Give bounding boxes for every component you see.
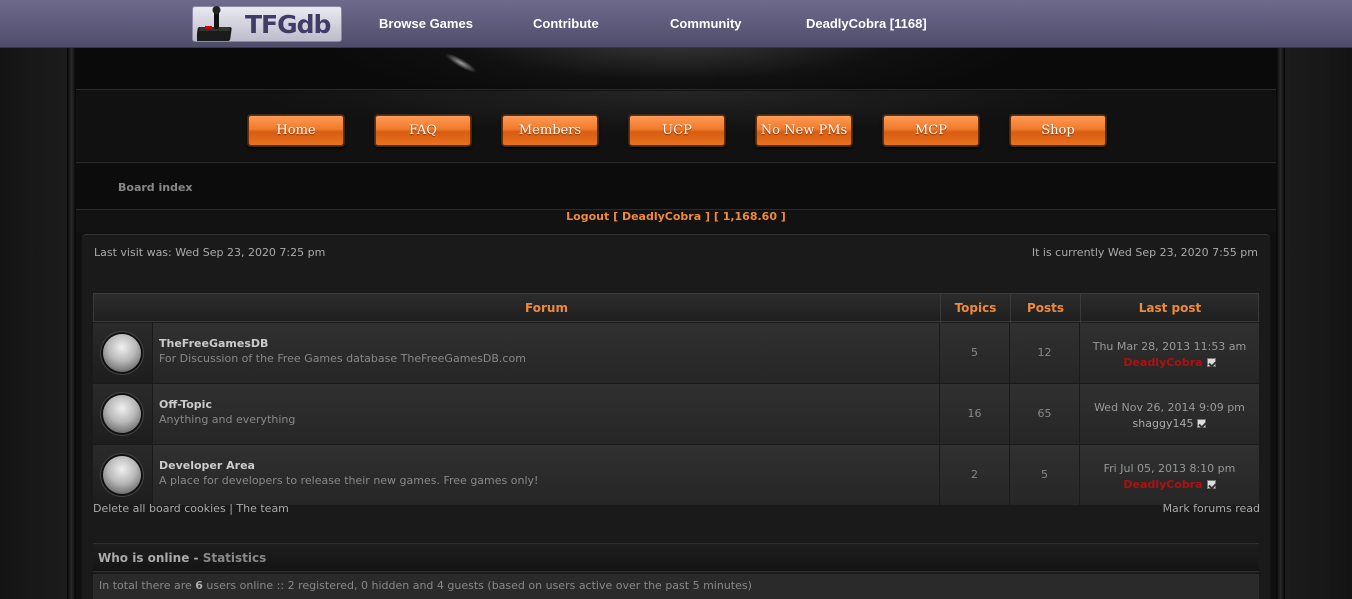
forum-cell: Off-Topic Anything and everything [152, 384, 939, 444]
user-points[interactable]: 1,168.60 [723, 210, 777, 223]
topics-count: 16 [939, 384, 1009, 444]
forum-cell: TheFreeGamesDB For Discussion of the Fre… [152, 323, 939, 383]
header-last-post: Last post [1080, 294, 1259, 323]
table-header: Forum Topics Posts Last post [93, 293, 1259, 323]
posts-count: 12 [1009, 323, 1079, 383]
logout-mid: ] [ [701, 210, 723, 223]
forum-title-link[interactable]: Off-Topic [159, 398, 212, 411]
topics-count: 2 [939, 445, 1009, 505]
header-forum: Forum [525, 301, 568, 315]
online-dash: - [189, 551, 203, 565]
last-post-date: Thu Mar 28, 2013 11:53 am [1092, 340, 1247, 353]
last-post-cell: Thu Mar 28, 2013 11:53 am DeadlyCobra [1079, 323, 1259, 383]
last-post-user[interactable]: DeadlyCobra [1123, 478, 1202, 491]
nav-contribute[interactable]: Contribute [533, 16, 599, 31]
nav-community[interactable]: Community [670, 16, 742, 31]
last-visit: Last visit was: Wed Sep 23, 2020 7:25 pm [94, 246, 326, 259]
delete-cookies-link[interactable]: Delete all board cookies [93, 502, 226, 515]
nav-browse-games[interactable]: Browse Games [379, 16, 473, 31]
logout-user[interactable]: DeadlyCobra [622, 210, 701, 223]
last-post-date: Wed Nov 26, 2014 9:09 pm [1094, 401, 1245, 414]
last-post-cell: Fri Jul 05, 2013 8:10 pm DeadlyCobra [1079, 445, 1259, 505]
forum-read-icon [103, 395, 141, 433]
table-row: Developer Area A place for developers to… [93, 445, 1259, 505]
frame-left [67, 48, 76, 599]
last-post-user[interactable]: DeadlyCobra [1123, 356, 1202, 369]
view-latest-post-icon[interactable] [1206, 480, 1216, 489]
header-posts: Posts [1010, 294, 1080, 323]
logout-bar: Logout [ DeadlyCobra ] [ 1,168.60 ] [76, 210, 1276, 232]
online-summary: In total there are 6 users online :: 2 r… [93, 574, 1259, 599]
mark-forums-read-link[interactable]: Mark forums read [1163, 502, 1260, 515]
joystick-icon [197, 6, 232, 41]
table-row: Off-Topic Anything and everything 16 65 … [93, 384, 1259, 444]
last-post-cell: Wed Nov 26, 2014 9:09 pm shaggy145 [1079, 384, 1259, 444]
forum-title-link[interactable]: Developer Area [159, 459, 255, 472]
home-button[interactable]: Home [248, 115, 344, 146]
forum-title-link[interactable]: TheFreeGamesDB [159, 337, 268, 350]
table-row: TheFreeGamesDB For Discussion of the Fre… [93, 323, 1259, 383]
forum-description: For Discussion of the Free Games databas… [159, 352, 526, 365]
ucp-button[interactable]: UCP [629, 115, 725, 146]
current-time: It is currently Wed Sep 23, 2020 7:55 pm [1031, 246, 1258, 259]
pm-button[interactable]: No New PMs [756, 115, 852, 146]
view-latest-post-icon[interactable] [1197, 419, 1207, 428]
team-link[interactable]: The team [236, 502, 289, 515]
main-wrapper: Home FAQ Members UCP No New PMs MCP Shop… [76, 40, 1276, 599]
shop-button[interactable]: Shop [1010, 115, 1106, 146]
header-banner [76, 40, 1276, 90]
forum-read-icon [103, 334, 141, 372]
posts-count: 65 [1009, 384, 1079, 444]
forum-status-cell [93, 323, 152, 383]
faq-button[interactable]: FAQ [375, 115, 471, 146]
forum-status-cell [93, 384, 152, 444]
logo-text: TFGdb [245, 10, 331, 39]
nav-user-profile[interactable]: DeadlyCobra [1168] [806, 16, 927, 31]
last-post-user[interactable]: shaggy145 [1133, 417, 1194, 430]
posts-count: 5 [1009, 445, 1079, 505]
logout-prefix[interactable]: Logout [ [566, 210, 622, 223]
top-navbar: TFGdb Browse Games Contribute Community … [0, 0, 1352, 48]
online-text-pre: In total there are [99, 579, 196, 592]
site-logo[interactable]: TFGdb [192, 6, 342, 42]
breadcrumb-board-index[interactable]: Board index [118, 181, 193, 194]
forum-description: Anything and everything [159, 413, 296, 426]
view-latest-post-icon[interactable] [1206, 358, 1216, 367]
button-bar: Home FAQ Members UCP No New PMs MCP Shop [76, 91, 1276, 163]
last-post-user-line: DeadlyCobra [1080, 478, 1259, 491]
breadcrumb-bar: Board index [76, 164, 1276, 210]
topics-count: 5 [939, 323, 1009, 383]
statistics-link[interactable]: Statistics [203, 551, 267, 565]
content-panel: Last visit was: Wed Sep 23, 2020 7:25 pm… [82, 234, 1270, 599]
frame-right [1276, 48, 1285, 599]
footer-links: Delete all board cookies | The team [93, 502, 289, 515]
logout-suffix: ] [776, 210, 786, 223]
forum-read-icon [103, 456, 141, 494]
last-post-user-line: shaggy145 [1080, 417, 1259, 430]
header-topics: Topics [940, 294, 1010, 323]
last-post-user-line: DeadlyCobra [1080, 356, 1259, 369]
who-is-online-title: Who is online [98, 551, 190, 565]
footer-separator: | [229, 502, 233, 515]
forum-cell: Developer Area A place for developers to… [152, 445, 939, 505]
who-is-online-header: Who is online - Statistics [93, 543, 1259, 572]
online-text-post: users online :: 2 registered, 0 hidden a… [202, 579, 752, 592]
online-count: 6 [195, 579, 203, 592]
last-post-date: Fri Jul 05, 2013 8:10 pm [1103, 462, 1236, 475]
forum-status-cell [93, 445, 152, 505]
members-button[interactable]: Members [502, 115, 598, 146]
forum-description: A place for developers to release their … [159, 474, 539, 487]
forum-table: Forum Topics Posts Last post TheFreeGame… [93, 293, 1259, 505]
mcp-button[interactable]: MCP [883, 115, 979, 146]
